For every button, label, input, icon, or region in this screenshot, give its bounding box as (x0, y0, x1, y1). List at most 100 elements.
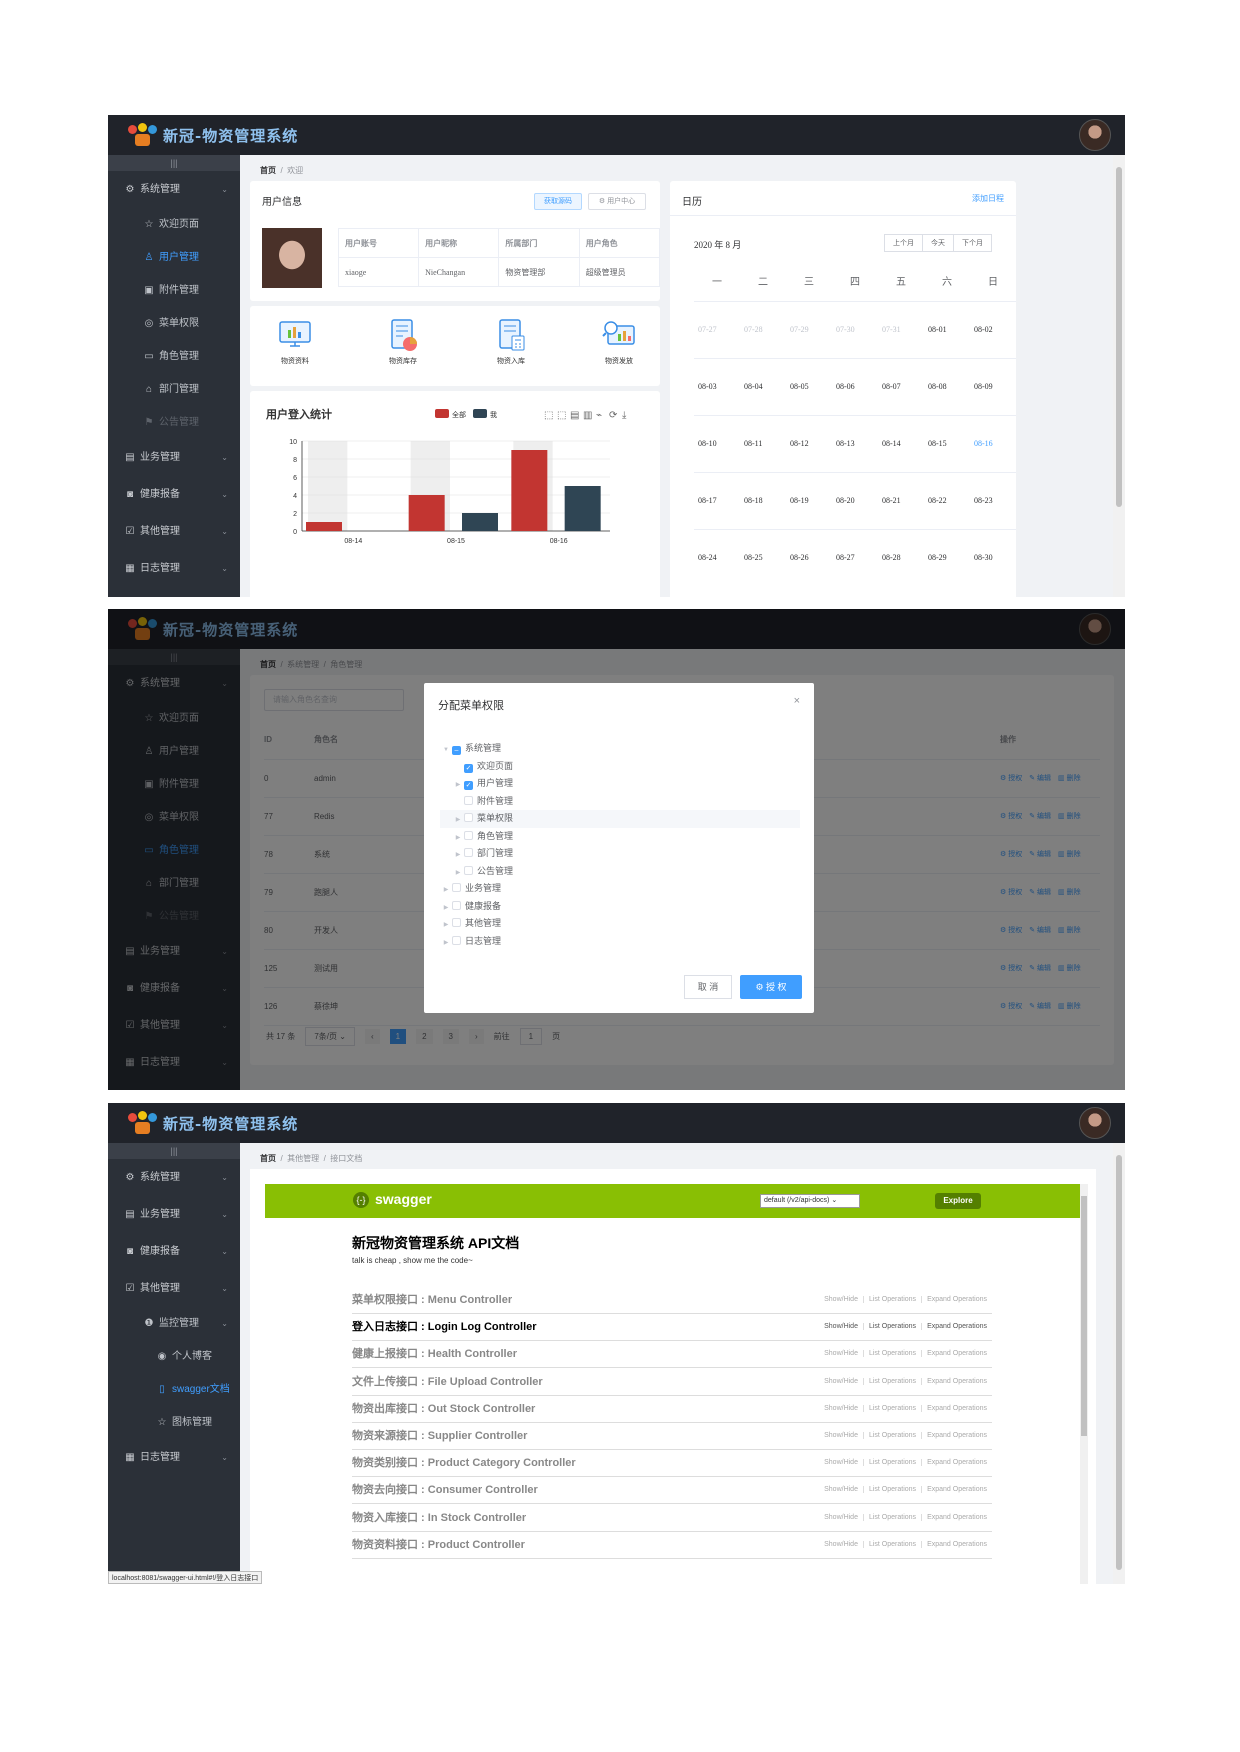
api-group[interactable]: 物资去向接口 : Consumer Controller Show/Hide Lis… (352, 1477, 992, 1505)
quick-product-stock[interactable]: 物资库存 (368, 316, 438, 366)
caret-right-icon[interactable]: ▶ (452, 812, 464, 829)
bar-我-08-16[interactable] (564, 486, 601, 531)
tree-checkbox[interactable] (464, 813, 473, 822)
calendar-day[interactable]: 08-03 (694, 357, 740, 415)
add-schedule-link[interactable]: 添加日程 (972, 193, 1004, 204)
sidebar-item[interactable]: ▦ 日志管理 ⌄ (108, 1439, 240, 1476)
calendar-day[interactable]: 08-20 (832, 471, 878, 529)
api-action-link[interactable]: List Operations (862, 1296, 922, 1303)
bar-全部-08-15[interactable] (408, 495, 445, 531)
calendar-day[interactable]: 07-31 (878, 300, 924, 358)
calendar-day[interactable]: 08-10 (694, 414, 740, 472)
sidebar-item[interactable]: ◙ 健康报备 ⌄ (108, 1233, 240, 1270)
calendar-day[interactable]: 08-08 (924, 357, 970, 415)
tree-checkbox[interactable] (464, 865, 473, 875)
authorize-button[interactable]: ⚙ 授 权 (740, 975, 802, 999)
prev-month-button[interactable]: 上个月 (884, 234, 923, 252)
calendar-day[interactable]: 08-21 (878, 471, 924, 529)
sidebar-item[interactable]: ▦ 日志管理 ⌄ (108, 550, 240, 587)
caret-down-icon[interactable]: ▼ (440, 742, 452, 759)
tree-checkbox[interactable] (452, 900, 461, 910)
api-group-name[interactable]: 物资入库接口 : In Stock Controller (352, 1512, 526, 1524)
tree-node[interactable]: ▶ 业务管理 (440, 880, 800, 898)
api-action-link[interactable]: Expand Operations (921, 1432, 992, 1439)
api-action-link[interactable]: List Operations (862, 1540, 922, 1548)
tree-node[interactable]: ▶ 角色管理 (440, 828, 800, 846)
quick-stock-in[interactable]: 物资入库 (476, 316, 546, 366)
calendar-day[interactable]: 08-07 (878, 357, 924, 415)
api-group-name[interactable]: 物资类别接口 : Product Category Controller (352, 1457, 576, 1469)
calendar-day[interactable]: 08-18 (740, 471, 786, 529)
api-action-link[interactable]: Expand Operations (921, 1459, 992, 1467)
quick-product-info[interactable]: 物资资料 (260, 316, 330, 366)
api-group[interactable]: 物资类别接口 : Product Category Controller Show… (352, 1450, 992, 1478)
caret-right-icon[interactable]: ▶ (452, 865, 464, 882)
calendar-day[interactable]: 07-30 (832, 300, 878, 358)
explore-button[interactable]: Explore (935, 1193, 981, 1209)
tree-node[interactable]: ▶ 部门管理 (440, 845, 800, 863)
sidebar-item[interactable]: ▤ 业务管理 ⌄ (108, 439, 240, 476)
sidebar-item[interactable]: ☆ 图标管理 (108, 1406, 240, 1439)
calendar-day[interactable]: 08-26 (786, 528, 832, 586)
sidebar-item[interactable]: ❶ 监控管理 ⌄ (108, 1307, 240, 1340)
bar-switch-icon[interactable]: ▥ (583, 410, 592, 421)
sidebar-item[interactable]: ▯ swagger文档 (108, 1373, 240, 1406)
api-action-link[interactable]: List Operations (862, 1377, 922, 1385)
user-avatar[interactable] (1079, 1107, 1111, 1139)
close-icon[interactable]: × (794, 695, 800, 707)
calendar-day[interactable]: 08-01 (924, 300, 970, 358)
tree-node[interactable]: ▶ 菜单权限 (440, 810, 800, 828)
calendar-day[interactable]: 08-06 (832, 357, 878, 415)
legend-swatch[interactable] (473, 409, 487, 418)
api-action-link[interactable]: Expand Operations (921, 1296, 992, 1303)
frame-scrollbar[interactable] (1080, 1184, 1088, 1584)
api-action-link[interactable]: Expand Operations (921, 1350, 992, 1358)
api-action-link[interactable]: Show/Hide (819, 1514, 863, 1521)
api-group[interactable]: 文件上传接口 : File Upload Controller Show/Hide… (352, 1369, 992, 1396)
line-switch-icon[interactable]: ⌁ (596, 410, 602, 421)
api-action-link[interactable]: Expand Operations (921, 1323, 992, 1331)
api-action-link[interactable]: List Operations (862, 1459, 922, 1467)
sidebar-item[interactable]: ⌂ 部门管理 (108, 373, 240, 406)
collapse-toggle[interactable]: ||| (108, 155, 240, 171)
tree-checkbox[interactable] (452, 935, 461, 945)
breadcrumb-home[interactable]: 首页 (260, 1154, 276, 1163)
legend-label[interactable]: 我 (490, 410, 497, 419)
tree-node[interactable]: ▼ – 系统管理 (440, 740, 800, 758)
api-group-name[interactable]: 物资资料接口 : Product Controller (352, 1539, 525, 1551)
api-group[interactable]: 菜单权限接口 : Menu Controller Show/Hide List Op… (352, 1287, 992, 1314)
tree-node[interactable]: ▶ 其他管理 (440, 915, 800, 933)
tree-checkbox[interactable] (452, 918, 461, 927)
api-action-link[interactable]: List Operations (862, 1432, 922, 1439)
sidebar-item[interactable]: ☆ 欢迎页面 (108, 208, 240, 241)
sidebar-item[interactable]: ▭ 角色管理 (108, 340, 240, 373)
page-scrollbar[interactable] (1113, 155, 1125, 597)
tree-checkbox[interactable] (464, 795, 473, 805)
caret-right-icon[interactable]: ▶ (440, 882, 452, 899)
api-action-link[interactable]: Show/Hide (819, 1323, 863, 1330)
zoom-icon[interactable]: ⬚ (544, 410, 553, 421)
api-url-input[interactable]: default (/v2/api-docs) ⌄ (760, 1194, 860, 1208)
bar-全部-08-16[interactable] (511, 450, 548, 531)
api-action-link[interactable]: List Operations (862, 1404, 922, 1412)
legend-swatch[interactable] (435, 409, 449, 418)
calendar-day[interactable]: 08-02 (970, 300, 1016, 358)
tree-checkbox[interactable] (464, 830, 473, 840)
api-group-name[interactable]: 菜单权限接口 : Menu Controller (352, 1294, 512, 1306)
caret-right-icon[interactable]: ▶ (452, 847, 464, 864)
calendar-day[interactable]: 08-28 (878, 528, 924, 586)
cancel-button[interactable]: 取 消 (684, 975, 732, 999)
bar-全部-08-14[interactable] (306, 522, 342, 531)
api-action-link[interactable]: List Operations (862, 1323, 922, 1331)
api-action-link[interactable]: List Operations (862, 1486, 922, 1494)
sidebar-item[interactable]: ◙ 健康报备 ⌄ (108, 476, 240, 513)
sidebar-item[interactable]: ☑ 其他管理 ⌄ (108, 513, 240, 550)
api-action-link[interactable]: Show/Hide (819, 1378, 863, 1385)
restore-zoom-icon[interactable]: ⬚ (557, 410, 566, 421)
sidebar-item[interactable]: ▣ 附件管理 (108, 274, 240, 307)
bar-我-08-15[interactable] (462, 513, 498, 531)
refresh-icon[interactable]: ⟳ (609, 410, 618, 421)
api-action-link[interactable]: Show/Hide (819, 1296, 863, 1303)
api-group-name[interactable]: 健康上报接口 : Health Controller (352, 1348, 517, 1360)
tree-node[interactable]: ✓ 欢迎页面 (440, 758, 800, 776)
